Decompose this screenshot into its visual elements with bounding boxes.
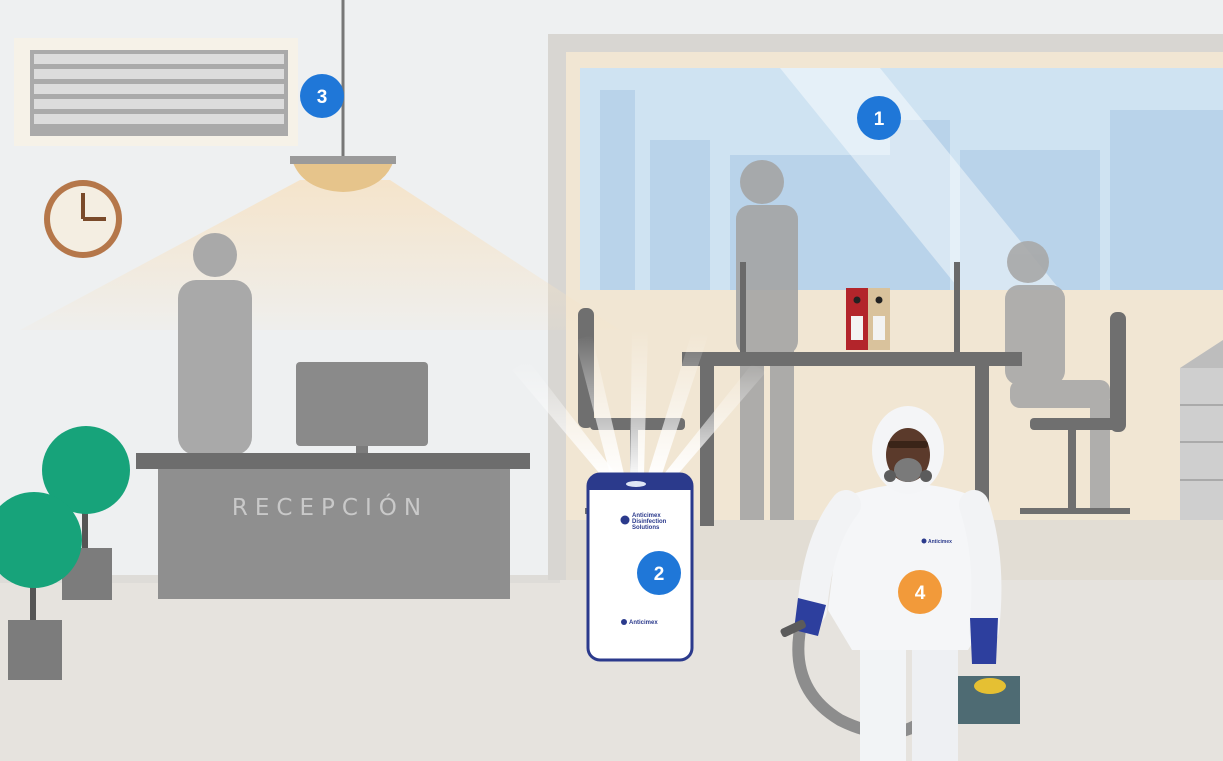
purifier-bottom-logo-icon — [621, 619, 627, 625]
suit-logo: Anticimex — [928, 539, 952, 545]
marker-1-label: 1 — [874, 109, 885, 130]
purifier-logo-icon — [620, 515, 630, 525]
clock-icon — [44, 180, 122, 258]
respirator-mask — [894, 458, 922, 482]
purifier-brand-line-3: Solutions — [632, 525, 660, 531]
marker-4-label: 4 — [915, 583, 926, 604]
marker-1[interactable]: 1 — [857, 96, 901, 140]
marker-3[interactable]: 3 — [300, 74, 344, 118]
reception-monitor — [296, 362, 428, 460]
file-cabinet — [1180, 340, 1223, 520]
office-illustration: RECEPCIÓN Anticimex Disinfection Solutio… — [0, 0, 1223, 761]
reception-desk: RECEPCIÓN — [136, 453, 530, 599]
marker-2-label: 2 — [654, 564, 665, 585]
marker-3-label: 3 — [317, 87, 328, 108]
binders — [846, 288, 890, 350]
suit-logo-icon — [921, 538, 927, 544]
marker-2[interactable]: 2 — [637, 551, 681, 595]
marker-4[interactable]: 4 — [898, 570, 942, 614]
purifier-bottom-logo: Anticimex — [629, 620, 658, 626]
reception-sign: RECEPCIÓN — [232, 493, 428, 521]
ventilation-grille — [14, 38, 298, 146]
